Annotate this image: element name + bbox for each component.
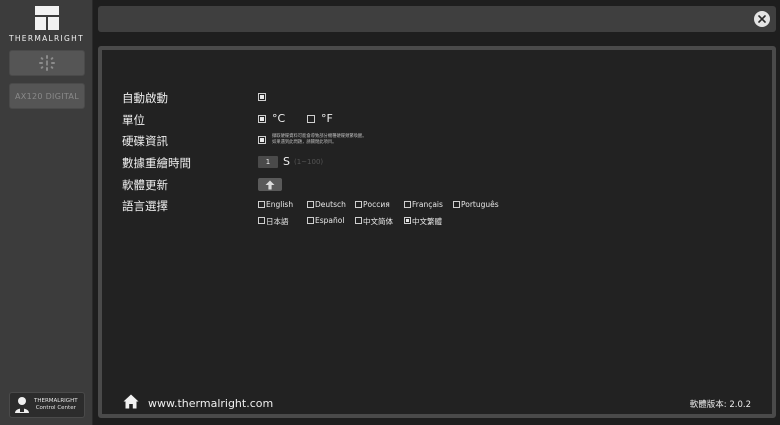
language-checkbox-french[interactable] xyxy=(404,201,411,208)
title-bar xyxy=(98,6,776,32)
software-update-button[interactable] xyxy=(258,178,282,191)
software-version: 軟體版本: 2.0.2 xyxy=(689,400,751,410)
device-button-ax120-digital[interactable]: AX120 DIGITAL xyxy=(9,83,85,109)
thermalright-logo: THERMALRIGHT xyxy=(0,6,93,43)
language-option-japanese[interactable]: 日本語 xyxy=(266,216,289,227)
unit-label: 單位 xyxy=(122,113,145,127)
language-checkbox-spanish[interactable] xyxy=(307,217,314,224)
hardware-info-note-line2: 如果遇到此問題，請關閉此項目。 xyxy=(272,140,337,145)
control-center-line2: Control Center xyxy=(35,405,76,411)
language-checkbox-russian[interactable] xyxy=(355,201,362,208)
auto-start-label: 自動啟動 xyxy=(122,91,168,105)
language-checkbox-english[interactable] xyxy=(258,201,265,208)
language-checkbox-simplified-chinese[interactable] xyxy=(355,217,362,224)
home-icon[interactable] xyxy=(123,394,139,409)
language-option-traditional-chinese[interactable]: 中文繁體 xyxy=(412,216,442,227)
user-icon xyxy=(15,397,29,413)
language-checkbox-portuguese[interactable] xyxy=(453,201,460,208)
refresh-unit: S xyxy=(283,155,290,168)
hardware-info-checkbox[interactable] xyxy=(258,136,266,144)
language-option-portuguese[interactable]: Português xyxy=(461,200,499,209)
logo-text: THERMALRIGHT xyxy=(8,34,84,43)
celsius-checkbox[interactable] xyxy=(258,115,266,123)
celsius-label: °C xyxy=(272,112,286,125)
settings-panel: 自動啟動 單位 °C °F 硬碟資訊 擷取硬碟資料可能會導致部分機種硬碟頻繁喚醒… xyxy=(98,46,776,418)
fahrenheit-label: °F xyxy=(321,112,333,125)
language-option-simplified-chinese[interactable]: 中文简体 xyxy=(363,216,393,227)
refresh-interval-label: 數據重繪時間 xyxy=(122,156,191,170)
device-label: AX120 DIGITAL xyxy=(15,91,79,101)
close-icon xyxy=(758,15,766,23)
hardware-info-label: 硬碟資訊 xyxy=(122,134,168,148)
language-checkbox-traditional-chinese[interactable] xyxy=(404,217,411,224)
refresh-interval-input[interactable]: 1 xyxy=(258,156,278,168)
language-option-english[interactable]: English xyxy=(266,200,293,209)
hardware-info-note: 擷取硬碟資料可能會導致部分機種硬碟頻繁喚醒。 如果遇到此問題，請關閉此項目。 xyxy=(272,134,422,146)
refresh-range-hint: (1~100) xyxy=(294,158,324,166)
auto-start-checkbox[interactable] xyxy=(258,93,266,101)
close-button[interactable] xyxy=(754,11,770,27)
language-label: 語言選擇 xyxy=(122,199,168,213)
language-checkbox-japanese[interactable] xyxy=(258,217,265,224)
language-option-russian[interactable]: Россия xyxy=(363,200,390,209)
thermalright-logo-icon xyxy=(34,6,59,30)
language-checkbox-deutsch[interactable] xyxy=(307,201,314,208)
loading-device-button[interactable] xyxy=(9,50,85,76)
control-center-line1: THERMALRIGHT xyxy=(34,398,78,404)
software-update-label: 軟體更新 xyxy=(122,178,168,192)
language-option-spanish[interactable]: Español xyxy=(315,216,344,225)
fahrenheit-checkbox[interactable] xyxy=(307,115,315,123)
website-link[interactable]: www.thermalright.com xyxy=(148,397,273,410)
spinner-icon xyxy=(39,55,55,71)
sidebar: THERMALRIGHT AX120 DIGITAL THERMALRIGHT … xyxy=(0,0,93,425)
language-option-french[interactable]: Français xyxy=(412,200,443,209)
control-center-button[interactable]: THERMALRIGHT Control Center xyxy=(9,392,85,418)
upload-arrow-icon xyxy=(265,180,275,189)
language-option-deutsch[interactable]: Deutsch xyxy=(315,200,346,209)
